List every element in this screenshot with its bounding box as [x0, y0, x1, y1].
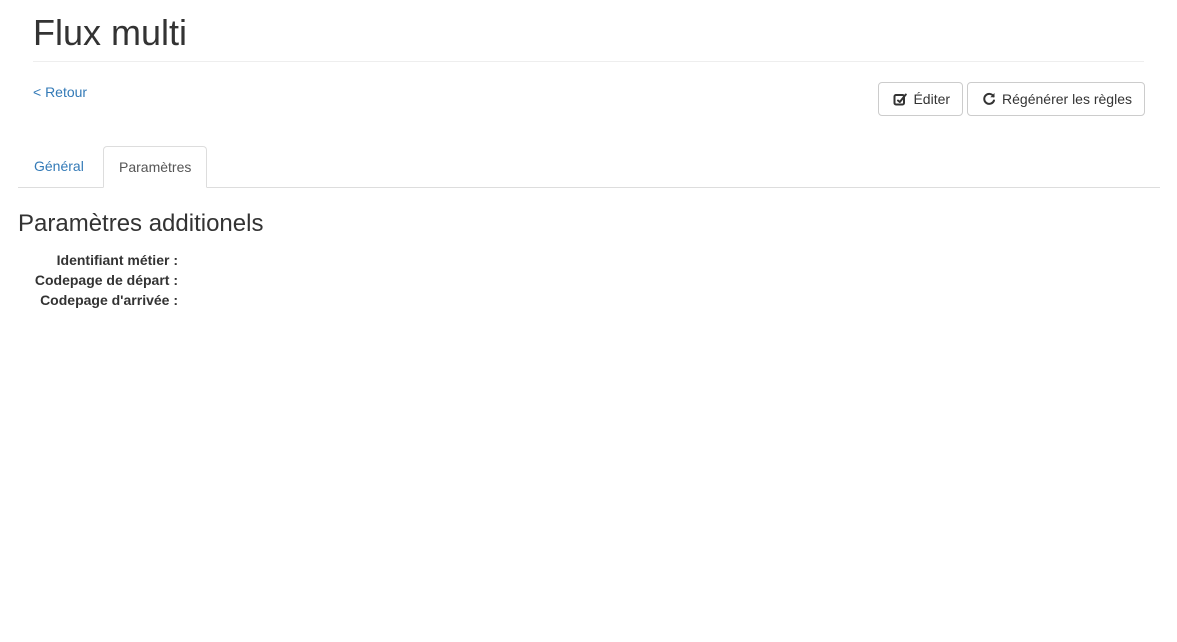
- field-row: Codepage de départ :: [18, 270, 418, 290]
- page: Flux multi < Retour Éditer Régénérer les…: [0, 0, 1177, 642]
- edit-button[interactable]: Éditer: [878, 82, 964, 116]
- field-row: Identifiant métier :: [18, 250, 418, 270]
- tab-general[interactable]: Général: [19, 146, 99, 187]
- tab-parametres[interactable]: Paramètres: [103, 146, 208, 188]
- field-label-codepage-arrivee: Codepage d'arrivée :: [40, 292, 178, 308]
- refresh-icon: [982, 92, 996, 106]
- field-value-codepage-depart: [178, 270, 190, 290]
- title-divider: [33, 61, 1144, 62]
- section-title: Paramètres additionels: [18, 210, 264, 237]
- tab-bar: Général Paramètres: [18, 146, 1160, 188]
- field-row: Codepage d'arrivée :: [18, 290, 418, 310]
- action-toolbar: Éditer Régénérer les règles: [878, 82, 1145, 116]
- edit-button-label: Éditer: [913, 91, 951, 107]
- field-value-codepage-arrivee: [178, 290, 190, 310]
- page-title: Flux multi: [33, 12, 188, 53]
- regenerate-rules-button[interactable]: Régénérer les règles: [967, 82, 1145, 116]
- field-label-codepage-depart: Codepage de départ :: [34, 272, 178, 288]
- regenerate-button-label: Régénérer les règles: [1002, 91, 1132, 107]
- field-value-identifiant: [178, 250, 190, 270]
- parameters-list: Identifiant métier : Codepage de départ …: [18, 250, 418, 310]
- field-label-identifiant: Identifiant métier :: [56, 252, 178, 268]
- edit-icon: [893, 92, 908, 106]
- back-link[interactable]: < Retour: [33, 84, 87, 100]
